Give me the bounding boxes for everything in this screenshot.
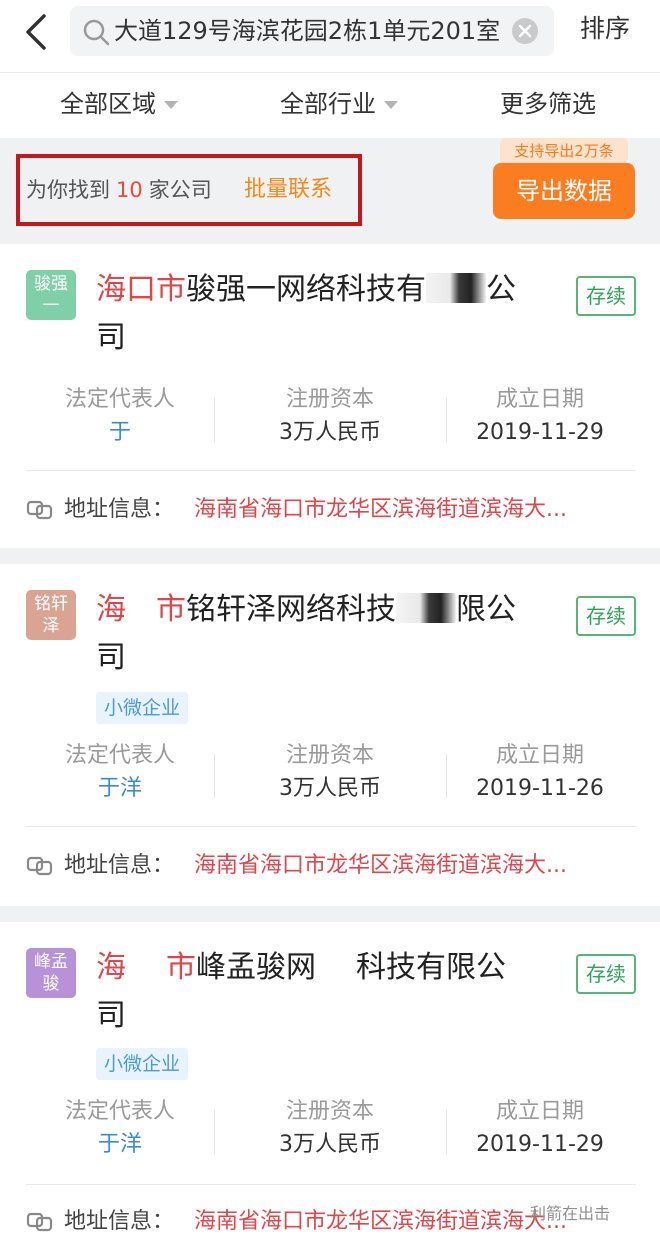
divider: [26, 470, 636, 471]
legal-rep-name[interactable]: 于洋: [20, 1128, 220, 1162]
founded-date: 成立日期 2019-11-29: [476, 387, 604, 445]
company-info-row: 法定代表人 于洋 注册资本 3万人民币 成立日期 2019-11-29: [0, 1096, 660, 1176]
filter-bar: 全部区域 全部行业 更多筛选: [0, 72, 660, 138]
company-logo: 骏强一: [26, 270, 76, 320]
registered-capital: 注册资本 3万人民币: [279, 387, 381, 445]
company-logo: 铭轩泽: [26, 590, 76, 640]
legal-rep-name[interactable]: 于洋: [20, 772, 220, 806]
company-name[interactable]: 海口市骏强一网络科技有公司: [96, 266, 526, 362]
bulk-contact-link[interactable]: 批量联系: [244, 174, 332, 206]
chevron-left-icon: [26, 14, 46, 50]
filter-region-label: 全部区域: [60, 90, 156, 118]
result-count-text: 为你找到 10 家公司: [26, 178, 212, 202]
company-info-row: 法定代表人 于 注册资本 3万人民币 成立日期 2019-11-29: [0, 384, 660, 464]
registered-capital: 注册资本 3万人民币: [279, 743, 381, 801]
close-icon: [518, 24, 532, 38]
company-card[interactable]: 峰孟骏 海市峰孟骏网科技有限公司司 存续 小微企业 法定代表人 于洋 注册资本 …: [0, 922, 660, 1245]
redaction: [426, 273, 486, 303]
company-info-row: 法定代表人 于洋 注册资本 3万人民币 成立日期 2019-11-26: [0, 740, 660, 820]
legal-rep: 法定代表人 于洋: [20, 1096, 220, 1162]
caret-down-icon: [164, 101, 178, 109]
company-name[interactable]: 海市铭轩泽网络科技 限公司: [96, 586, 526, 682]
divider: [214, 754, 215, 798]
company-tag: 小微企业: [96, 692, 189, 724]
divider: [214, 1110, 215, 1154]
caret-down-icon: [384, 101, 398, 109]
filter-industry[interactable]: 全部行业: [280, 87, 398, 121]
result-summary: 为你找到 10 家公司 批量联系 支持导出2万条 导出数据: [0, 138, 660, 242]
legal-rep-name[interactable]: 于: [20, 416, 220, 450]
divider: [26, 826, 636, 827]
status-badge: 存续: [576, 276, 636, 316]
divider: [26, 1184, 636, 1185]
status-badge: 存续: [576, 954, 636, 994]
redaction: [396, 593, 456, 623]
back-button[interactable]: [18, 10, 58, 54]
filter-more[interactable]: 更多筛选: [500, 87, 596, 121]
address-value: 海南省海口市龙华区滨海街道滨海大...: [194, 497, 567, 522]
legal-rep: 法定代表人 于洋: [20, 740, 220, 806]
filter-region[interactable]: 全部区域: [60, 87, 178, 121]
top-bar: 大道129号海滨花园2栋1单元201室 排序: [0, 0, 660, 72]
company-tag: 小微企业: [96, 1048, 189, 1080]
status-badge: 存续: [576, 596, 636, 636]
clear-search-button[interactable]: [512, 18, 538, 44]
link-icon: [26, 856, 53, 876]
export-data-button[interactable]: 导出数据: [493, 163, 635, 219]
company-card[interactable]: 骏强一 海口市骏强一网络科技有公司 存续 法定代表人 于 注册资本 3万人民币 …: [0, 244, 660, 548]
filter-industry-label: 全部行业: [280, 90, 376, 118]
legal-rep: 法定代表人 于: [20, 384, 220, 450]
link-icon: [26, 1212, 53, 1232]
sort-button[interactable]: 排序: [580, 12, 630, 46]
watermark: 利箭在出击: [530, 1204, 611, 1223]
founded-date: 成立日期 2019-11-26: [476, 743, 604, 801]
address-row[interactable]: 地址信息： 海南省海口市龙华区滨海街道滨海大...: [26, 846, 636, 886]
export-limit-badge: 支持导出2万条: [500, 138, 628, 164]
address-row[interactable]: 地址信息： 海南省海口市龙华区滨海街道滨海大...: [26, 490, 636, 530]
result-count: 10: [116, 178, 143, 202]
company-logo: 峰孟骏: [26, 948, 76, 998]
search-input[interactable]: 大道129号海滨花园2栋1单元201室: [70, 6, 554, 56]
divider: [214, 398, 215, 442]
search-query: 大道129号海滨花园2栋1单元201室: [114, 17, 501, 45]
link-icon: [26, 500, 53, 520]
filter-more-label: 更多筛选: [500, 90, 596, 118]
highlight-box: 为你找到 10 家公司 批量联系: [16, 154, 362, 226]
address-value: 海南省海口市龙华区滨海街道滨海大...: [194, 853, 567, 878]
founded-date: 成立日期 2019-11-29: [476, 1099, 604, 1157]
company-card[interactable]: 铭轩泽 海市铭轩泽网络科技 限公司 存续 小微企业 法定代表人 于洋 注册资本 3…: [0, 564, 660, 906]
registered-capital: 注册资本 3万人民币: [279, 1099, 381, 1157]
search-icon: [83, 19, 110, 46]
